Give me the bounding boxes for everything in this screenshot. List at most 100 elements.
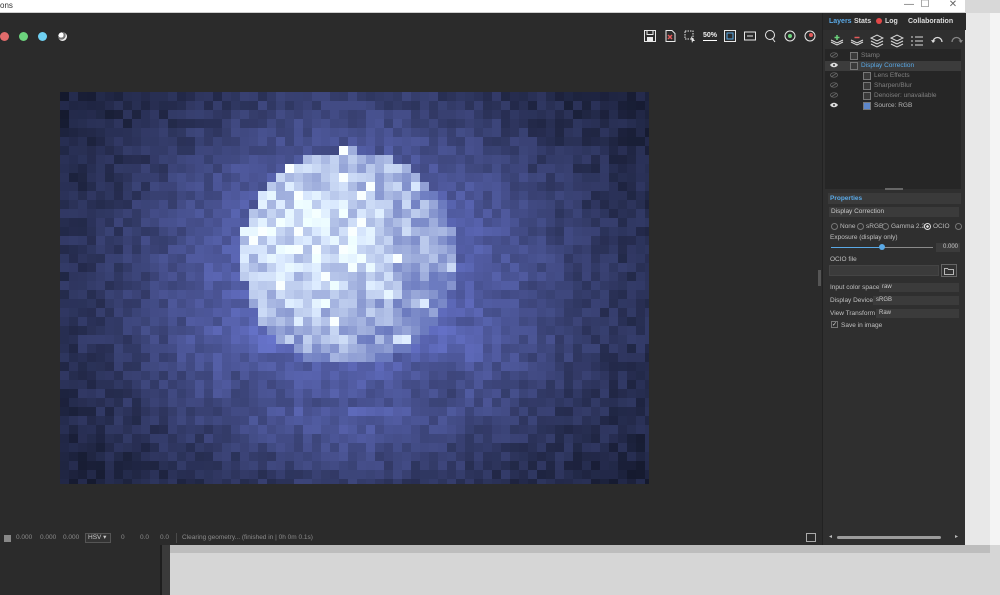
render-pixel <box>591 461 600 470</box>
cyan-circle-button[interactable] <box>38 32 47 41</box>
layer-row[interactable]: Stamp <box>825 51 961 61</box>
render-viewport[interactable] <box>60 92 649 484</box>
exposure-value[interactable]: 0.000 <box>936 243 960 252</box>
render-pixel <box>600 209 609 218</box>
close-icon[interactable]: ✕ <box>940 0 966 12</box>
render-pixel <box>483 362 492 371</box>
folder-open-icon[interactable] <box>941 264 957 277</box>
render-pixel <box>501 263 510 272</box>
render-pixel <box>357 470 366 479</box>
render-pixel <box>609 209 618 218</box>
render-pixel <box>573 326 582 335</box>
render-pixel <box>186 389 195 398</box>
maximize-icon[interactable]: ☐ <box>912 0 938 12</box>
scroll-thumb[interactable] <box>837 536 941 539</box>
eye-hidden-icon[interactable] <box>830 92 838 98</box>
render-pixel <box>249 470 258 479</box>
render-pixel <box>645 209 649 218</box>
render-pixel <box>483 236 492 245</box>
radio-none[interactable] <box>831 223 838 230</box>
render-pixel <box>510 362 519 371</box>
render-pixel <box>384 281 393 290</box>
radio-gamma[interactable] <box>882 223 889 230</box>
ball-icon[interactable] <box>58 32 67 41</box>
exposure-slider-knob[interactable] <box>879 244 885 250</box>
ocio-file-input[interactable] <box>829 265 939 276</box>
radio-srgb[interactable] <box>857 223 864 230</box>
eye-icon[interactable] <box>830 62 838 68</box>
render-pixel <box>240 380 249 389</box>
render-pixel <box>330 416 339 425</box>
panel-scrollbar[interactable]: ◂ ▸ <box>827 534 963 541</box>
render-pixel <box>546 245 555 254</box>
crop-icon[interactable] <box>682 28 698 44</box>
view-transform-select[interactable]: Raw <box>876 309 959 318</box>
save-in-image-checkbox[interactable]: ✓ <box>831 321 838 328</box>
tag-icon[interactable] <box>742 28 758 44</box>
lasso-icon[interactable] <box>762 28 778 44</box>
radio-ocio[interactable] <box>924 223 931 230</box>
input-color-space-select[interactable]: raw <box>879 283 959 292</box>
render-pixel <box>186 137 195 146</box>
export-icon[interactable] <box>662 28 678 44</box>
redo-icon[interactable] <box>949 33 965 49</box>
zoom-icon[interactable]: 50% <box>702 28 718 44</box>
undo-icon[interactable] <box>929 33 945 49</box>
radio-extra[interactable] <box>955 223 962 230</box>
layer-name-field[interactable]: Display Correction <box>829 207 959 217</box>
add-layer-icon[interactable] <box>829 33 845 49</box>
render-pixel <box>528 443 537 452</box>
render-pixel <box>105 479 114 484</box>
list-icon[interactable] <box>806 533 816 542</box>
scroll-right-icon[interactable]: ▸ <box>953 534 960 541</box>
panel-splitter[interactable] <box>885 188 903 190</box>
eye-hidden-icon[interactable] <box>830 72 838 78</box>
eye-icon[interactable] <box>830 102 838 108</box>
red-circle-button[interactable] <box>0 32 9 41</box>
render-pixel <box>60 461 69 470</box>
layer-merge-icon[interactable] <box>889 33 905 49</box>
render-pixel <box>600 281 609 290</box>
scroll-left-icon[interactable]: ◂ <box>827 534 834 541</box>
render-pixel <box>483 317 492 326</box>
layer-list-icon[interactable] <box>909 33 925 49</box>
render-pixel <box>204 452 213 461</box>
render-pixel <box>330 299 339 308</box>
render-pixel <box>537 479 546 484</box>
layer-row[interactable]: Denoiser: unavailable <box>825 91 961 101</box>
tab-collaboration[interactable]: Collaboration <box>908 18 953 25</box>
panel-resize-handle[interactable] <box>818 270 821 286</box>
layer-row[interactable]: Source: RGB <box>825 101 961 111</box>
remove-layer-icon[interactable] <box>849 33 865 49</box>
menu-fragment[interactable]: ons <box>0 1 13 10</box>
layer-row[interactable]: Sharpen/Blur <box>825 81 961 91</box>
render-pixel <box>69 362 78 371</box>
render-pixel <box>564 101 573 110</box>
render-pixel <box>420 227 429 236</box>
display-device-select[interactable]: sRGB <box>873 296 959 305</box>
render-pixel <box>132 164 141 173</box>
layer-stack-icon[interactable] <box>869 33 885 49</box>
render-pixel <box>186 128 195 137</box>
green-circle-button[interactable] <box>19 32 28 41</box>
save-icon[interactable] <box>642 28 658 44</box>
render-pixel <box>195 308 204 317</box>
eye-hidden-icon[interactable] <box>830 52 838 58</box>
layer-row[interactable]: Display Correction <box>825 61 961 71</box>
color-mode-select[interactable]: HSV ▾ <box>85 533 111 543</box>
render-pixel <box>465 380 474 389</box>
render-pixel <box>384 398 393 407</box>
render-pixel <box>519 146 528 155</box>
mask-icon[interactable] <box>782 28 798 44</box>
tab-layers[interactable]: Layers <box>829 18 852 25</box>
exposure-slider[interactable] <box>831 244 933 250</box>
tab-stats[interactable]: Stats <box>854 18 871 25</box>
render-pixel <box>321 218 330 227</box>
layer-row[interactable]: Lens Effects <box>825 71 961 81</box>
render-pixel <box>492 101 501 110</box>
frame-icon[interactable] <box>722 28 738 44</box>
render-icon[interactable] <box>802 28 818 44</box>
eye-hidden-icon[interactable] <box>830 82 838 88</box>
render-pixel <box>627 137 636 146</box>
tab-log[interactable]: Log <box>876 18 898 25</box>
